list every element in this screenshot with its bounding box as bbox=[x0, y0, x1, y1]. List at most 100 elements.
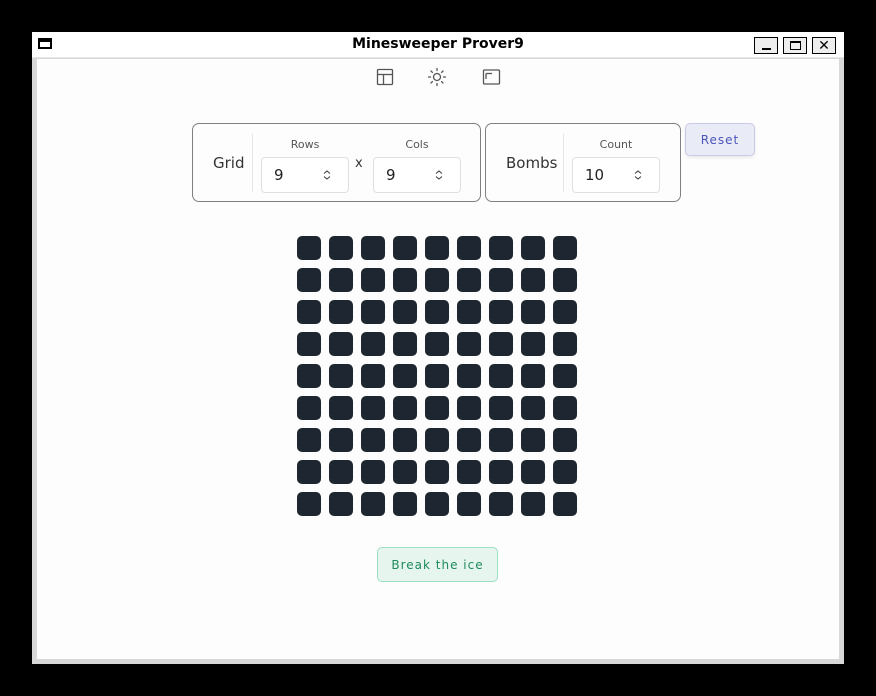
mine-cell[interactable] bbox=[329, 428, 353, 452]
mine-cell[interactable] bbox=[489, 428, 513, 452]
mine-cell[interactable] bbox=[521, 300, 545, 324]
mine-cell[interactable] bbox=[553, 332, 577, 356]
mine-cell[interactable] bbox=[425, 460, 449, 484]
mine-cell[interactable] bbox=[489, 236, 513, 260]
mine-cell[interactable] bbox=[457, 268, 481, 292]
mine-cell[interactable] bbox=[553, 268, 577, 292]
mine-cell[interactable] bbox=[425, 492, 449, 516]
mine-cell[interactable] bbox=[521, 236, 545, 260]
mine-cell[interactable] bbox=[489, 396, 513, 420]
mine-cell[interactable] bbox=[393, 396, 417, 420]
mine-cell[interactable] bbox=[297, 492, 321, 516]
mine-cell[interactable] bbox=[361, 332, 385, 356]
mine-cell[interactable] bbox=[329, 364, 353, 388]
mine-cell[interactable] bbox=[425, 332, 449, 356]
mine-cell[interactable] bbox=[361, 236, 385, 260]
close-button[interactable]: ✕ bbox=[812, 37, 836, 54]
mine-cell[interactable] bbox=[297, 364, 321, 388]
mine-cell[interactable] bbox=[393, 268, 417, 292]
mine-cell[interactable] bbox=[329, 332, 353, 356]
mine-cell[interactable] bbox=[329, 300, 353, 324]
mine-cell[interactable] bbox=[521, 396, 545, 420]
layout-icon[interactable] bbox=[375, 67, 395, 87]
mine-cell[interactable] bbox=[457, 396, 481, 420]
mine-cell[interactable] bbox=[329, 396, 353, 420]
maximize-button[interactable] bbox=[783, 37, 807, 54]
mine-cell[interactable] bbox=[425, 364, 449, 388]
mine-cell[interactable] bbox=[297, 300, 321, 324]
mine-cell[interactable] bbox=[521, 428, 545, 452]
mine-cell[interactable] bbox=[457, 300, 481, 324]
mine-cell[interactable] bbox=[297, 428, 321, 452]
sun-icon[interactable] bbox=[427, 67, 447, 87]
mine-cell[interactable] bbox=[457, 428, 481, 452]
bomb-count-input[interactable]: 10 bbox=[572, 157, 660, 193]
mine-cell[interactable] bbox=[553, 364, 577, 388]
mine-cell[interactable] bbox=[361, 460, 385, 484]
mine-cell[interactable] bbox=[521, 492, 545, 516]
mine-cell[interactable] bbox=[393, 236, 417, 260]
mine-cell[interactable] bbox=[329, 460, 353, 484]
mine-cell[interactable] bbox=[489, 460, 513, 484]
mine-cell[interactable] bbox=[329, 236, 353, 260]
mine-cell[interactable] bbox=[553, 428, 577, 452]
mine-cell[interactable] bbox=[553, 300, 577, 324]
mine-cell[interactable] bbox=[457, 332, 481, 356]
mine-cell[interactable] bbox=[393, 364, 417, 388]
panel-icon[interactable] bbox=[481, 67, 501, 87]
mine-cell[interactable] bbox=[425, 300, 449, 324]
mine-cell[interactable] bbox=[297, 396, 321, 420]
mine-cell[interactable] bbox=[329, 492, 353, 516]
mine-cell[interactable] bbox=[553, 460, 577, 484]
reset-button[interactable]: Reset bbox=[685, 123, 755, 156]
mine-cell[interactable] bbox=[297, 332, 321, 356]
mine-cell[interactable] bbox=[489, 300, 513, 324]
mine-cell[interactable] bbox=[521, 460, 545, 484]
mine-cell[interactable] bbox=[489, 492, 513, 516]
mine-cell[interactable] bbox=[297, 268, 321, 292]
mine-cell[interactable] bbox=[361, 492, 385, 516]
mine-cell[interactable] bbox=[489, 364, 513, 388]
cols-input[interactable]: 9 bbox=[373, 157, 461, 193]
mine-cell[interactable] bbox=[361, 268, 385, 292]
mine-cell[interactable] bbox=[521, 364, 545, 388]
mine-cell[interactable] bbox=[393, 300, 417, 324]
mine-cell[interactable] bbox=[297, 236, 321, 260]
mine-cell[interactable] bbox=[361, 364, 385, 388]
mine-cell[interactable] bbox=[521, 332, 545, 356]
mine-cell[interactable] bbox=[489, 268, 513, 292]
mine-cell[interactable] bbox=[457, 364, 481, 388]
mine-cell[interactable] bbox=[489, 332, 513, 356]
mine-cell[interactable] bbox=[393, 428, 417, 452]
rows-stepper-icon[interactable] bbox=[322, 169, 332, 181]
mine-cell[interactable] bbox=[425, 428, 449, 452]
mine-cell[interactable] bbox=[457, 460, 481, 484]
minimize-button[interactable] bbox=[754, 37, 778, 54]
mine-cell[interactable] bbox=[361, 300, 385, 324]
bomb-count-stepper-icon[interactable] bbox=[633, 169, 643, 181]
maximize-icon bbox=[789, 41, 801, 50]
mine-cell[interactable] bbox=[425, 236, 449, 260]
mine-cell[interactable] bbox=[457, 236, 481, 260]
rows-input[interactable]: 9 bbox=[261, 157, 349, 193]
rows-label: Rows bbox=[290, 138, 320, 151]
count-label: Count bbox=[599, 138, 633, 151]
break-the-ice-button[interactable]: Break the ice bbox=[377, 547, 498, 582]
title-bar[interactable]: Minesweeper Prover9 ✕ bbox=[32, 32, 844, 58]
mine-cell[interactable] bbox=[329, 268, 353, 292]
mine-cell[interactable] bbox=[553, 492, 577, 516]
mine-cell[interactable] bbox=[393, 460, 417, 484]
mine-cell[interactable] bbox=[425, 396, 449, 420]
mine-cell[interactable] bbox=[457, 492, 481, 516]
mine-cell[interactable] bbox=[553, 236, 577, 260]
mine-cell[interactable] bbox=[521, 268, 545, 292]
mine-cell[interactable] bbox=[297, 460, 321, 484]
cols-stepper-icon[interactable] bbox=[434, 169, 444, 181]
app-content: Grid Rows 9 x Cols 9 Bombs Count 10 Rese… bbox=[37, 59, 839, 659]
mine-cell[interactable] bbox=[361, 396, 385, 420]
mine-cell[interactable] bbox=[361, 428, 385, 452]
mine-cell[interactable] bbox=[553, 396, 577, 420]
mine-cell[interactable] bbox=[393, 492, 417, 516]
mine-cell[interactable] bbox=[393, 332, 417, 356]
mine-cell[interactable] bbox=[425, 268, 449, 292]
